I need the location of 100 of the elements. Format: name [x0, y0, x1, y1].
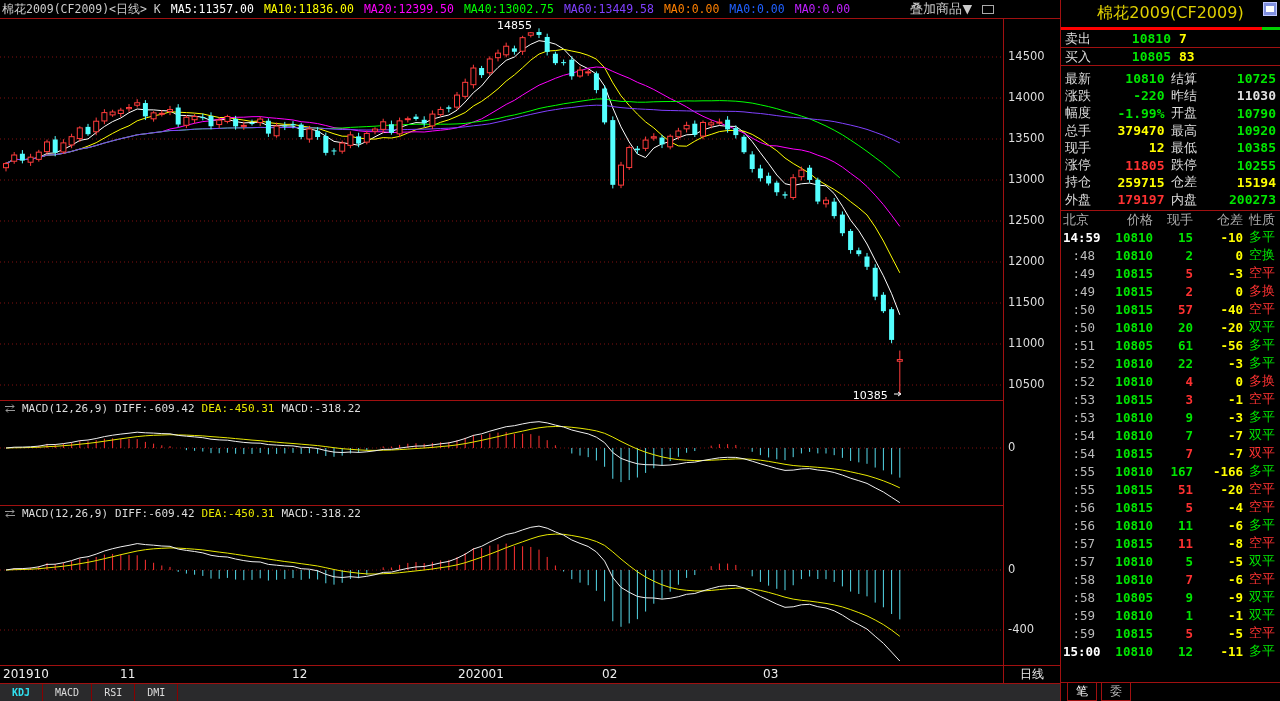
tick-price: 10810	[1114, 247, 1153, 263]
tick-volume: 20	[1176, 319, 1193, 335]
tick-nature: 空平	[1248, 264, 1275, 282]
stat-label: 仓差	[1170, 173, 1197, 192]
stat-label: 外盘	[1065, 190, 1091, 209]
tick-time: :56	[1071, 517, 1096, 533]
indicator-tab[interactable]: RSI	[92, 684, 136, 701]
tick-price: 10810	[1114, 409, 1153, 425]
tick-volume: 9	[1184, 589, 1193, 605]
tick-nature: 多平	[1248, 516, 1275, 534]
x-axis-label: 202001	[458, 667, 504, 681]
tick-nature: 多平	[1248, 408, 1275, 426]
tick-volume: 5	[1184, 265, 1193, 281]
moving-average-label: MA0:0.00	[794, 2, 851, 16]
y-axis-label: 0	[1008, 562, 1016, 576]
y-axis-label: 11000	[1008, 336, 1045, 350]
moving-average-label: MA60:13449.58	[563, 2, 654, 16]
tick-nature: 多平	[1248, 228, 1275, 246]
tick-oi-change: -1	[1226, 391, 1243, 407]
stat-value: -220	[1133, 88, 1165, 104]
tick-price: 10815	[1114, 301, 1153, 317]
tick-nature: 双平	[1248, 588, 1275, 606]
tick-volume: 2	[1184, 247, 1193, 263]
tick-oi-change: -4	[1226, 499, 1243, 515]
stat-value: 10790	[1236, 105, 1276, 121]
y-axis-label: 13500	[1008, 131, 1045, 145]
indicator-tab[interactable]: DMI	[135, 684, 179, 701]
tick-volume: 2	[1184, 283, 1193, 299]
stat-value: 379470	[1117, 123, 1165, 139]
diff-value: DIFF:-609.42	[115, 401, 195, 415]
tick-oi-change: -3	[1226, 409, 1243, 425]
quote-label: 卖出	[1065, 29, 1092, 48]
window-icon[interactable]	[982, 4, 994, 14]
y-axis-label: 12500	[1008, 213, 1045, 227]
tick-volume: 4	[1184, 373, 1193, 389]
tick-time: :58	[1071, 571, 1096, 587]
tick-volume: 7	[1184, 571, 1193, 587]
diff-value: DIFF:-609.42	[115, 506, 195, 520]
tick-nature: 空平	[1248, 390, 1275, 408]
tick-time: :59	[1071, 607, 1096, 623]
tick-nature: 空平	[1248, 498, 1275, 516]
tick-oi-change: -6	[1226, 571, 1243, 587]
stat-value: 10385	[1236, 140, 1276, 156]
stat-value: 10810	[1125, 71, 1165, 87]
tick-oi-change: 0	[1234, 247, 1243, 263]
column-header: 北京	[1063, 211, 1090, 230]
stat-value: 10255	[1236, 157, 1276, 173]
indicator-tab[interactable]: MACD	[43, 684, 93, 701]
tick-price: 10810	[1114, 373, 1153, 389]
moving-average-label: MA20:12399.50	[363, 2, 454, 16]
overlay-button[interactable]: 叠加商品▼	[910, 0, 972, 18]
tick-price: 10810	[1114, 319, 1153, 335]
tick-price: 10815	[1114, 535, 1153, 551]
quote-price: 10810	[1130, 31, 1171, 46]
tick-price: 10815	[1114, 499, 1153, 515]
stat-label: 现手	[1065, 138, 1091, 157]
swap-icon[interactable]	[5, 403, 15, 413]
y-axis-label: 12000	[1008, 254, 1045, 268]
tick-time: :54	[1071, 427, 1096, 443]
indicator-name: MACD(12,26,9)	[22, 401, 109, 415]
y-axis-label: 10500	[1008, 377, 1045, 391]
x-axis-label: 201910	[3, 667, 49, 681]
tick-time: :55	[1071, 481, 1096, 497]
moving-average-label: MA40:13002.75	[463, 2, 554, 16]
tick-nature: 双平	[1248, 318, 1275, 336]
tick-oi-change: -3	[1226, 355, 1243, 371]
macd-value: MACD:-318.22	[281, 401, 361, 415]
quote-label: 买入	[1065, 47, 1092, 66]
y-axis-label: 14000	[1008, 90, 1045, 104]
macd-value: MACD:-318.22	[281, 506, 361, 520]
tick-oi-change: -3	[1226, 265, 1243, 281]
x-axis-label: 11	[120, 667, 136, 681]
tick-nature: 空平	[1248, 570, 1275, 588]
x-axis-label: 12	[292, 667, 308, 681]
quote-price: 10805	[1130, 49, 1171, 64]
tick-volume: 9	[1184, 409, 1193, 425]
indicator-tab[interactable]: KDJ	[0, 684, 44, 701]
panel-tab[interactable]: 笔	[1067, 683, 1097, 701]
tick-nature: 多平	[1248, 642, 1275, 660]
tick-price: 10815	[1114, 445, 1153, 461]
tick-time: :58	[1071, 589, 1096, 605]
stat-value: 179197	[1117, 192, 1165, 208]
tick-price: 10815	[1114, 265, 1153, 281]
panel-tab[interactable]: 委	[1101, 683, 1131, 701]
dea-value: DEA:-450.31	[201, 401, 275, 415]
stat-value: 11030	[1236, 88, 1276, 104]
moving-average-label: MA0:0.00	[663, 2, 720, 16]
tick-volume: 5	[1184, 553, 1193, 569]
column-header: 性质	[1248, 211, 1275, 230]
tick-oi-change: -7	[1226, 427, 1243, 443]
tick-volume: 51	[1176, 481, 1193, 497]
swap-icon[interactable]	[5, 508, 15, 518]
chart-title: 棉花2009(CF2009)<日线> K	[2, 1, 161, 17]
tick-oi-change: -20	[1219, 481, 1243, 497]
stat-label: 最高	[1170, 121, 1197, 140]
tick-volume: 15	[1176, 229, 1193, 245]
tick-price: 10810	[1114, 607, 1153, 623]
stat-label: 最低	[1170, 138, 1197, 157]
tick-time: :59	[1071, 625, 1096, 641]
tick-price: 10815	[1114, 283, 1153, 299]
